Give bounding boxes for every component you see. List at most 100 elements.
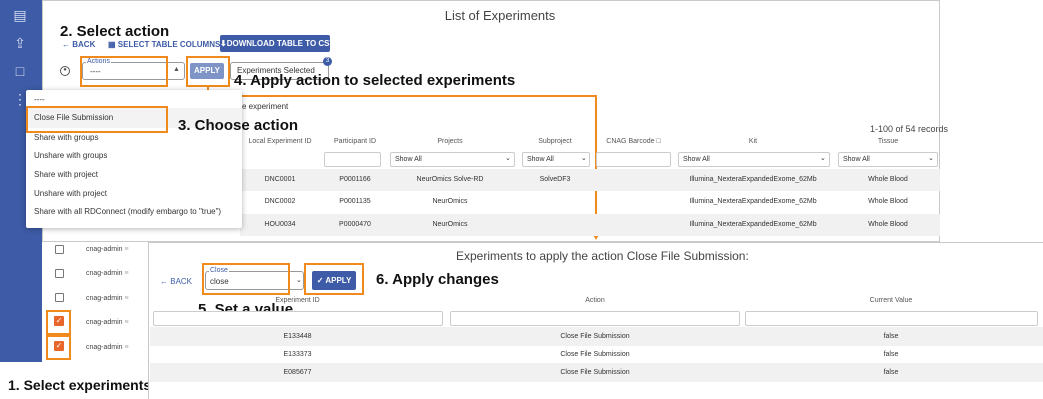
selected-count-badge: 3: [323, 57, 332, 66]
back-label: BACK: [72, 40, 96, 49]
user-icon: ≡: [124, 270, 129, 277]
participant-filter[interactable]: [324, 152, 381, 167]
user-name: cnag-admin ≡: [86, 344, 129, 351]
step-6-highlight: [304, 263, 364, 295]
header-current-value: Current Value: [869, 297, 913, 304]
header-local-id: Local Experiment ID: [248, 138, 312, 145]
user-icon: ≡: [124, 344, 129, 351]
user-name: cnag-admin ≡: [86, 270, 129, 277]
apply-cell-action: Close File Submission: [560, 369, 630, 376]
step-1-highlight: [46, 335, 71, 360]
cell-participant-id: P0000470: [339, 221, 371, 228]
header-experiment-id: Experiment ID: [275, 297, 320, 304]
apply-cell-value: false: [883, 369, 899, 376]
cell-local-id: HOU0034: [264, 221, 296, 228]
chevron-down-icon: ⌄: [296, 277, 302, 284]
download-csv-button[interactable]: ⬇DOWNLOAD TABLE TO CSV: [220, 35, 335, 52]
cell-projects: NeurOmics: [432, 198, 468, 205]
cell-tissue: Whole Blood: [868, 221, 908, 228]
step-1-highlight: [46, 310, 71, 335]
subproject-filter-value: Show All: [527, 156, 554, 163]
step-4-highlight: [186, 56, 230, 87]
step-3-highlight: [26, 106, 168, 133]
user-name-text: cnag-admin: [86, 319, 123, 326]
step-6-label: 6. Apply changes: [376, 271, 499, 288]
folder-icon[interactable]: □: [8, 60, 32, 82]
chevron-down-icon: ⌄: [505, 155, 511, 162]
download-icon: ⬇: [220, 39, 227, 48]
user-name-text: cnag-admin: [86, 246, 123, 253]
step-5-highlight: [202, 263, 290, 295]
cell-local-id: DNC0001: [264, 176, 296, 183]
step-1-label: 1. Select experiments: [8, 377, 152, 393]
user-name-text: cnag-admin: [86, 344, 123, 351]
apply-cell-action: Close File Submission: [560, 333, 630, 340]
user-name: cnag-admin ≡: [86, 319, 129, 326]
step-2-highlight: [80, 56, 168, 87]
cell-kit: Illumina_NexteraExpandedExome_62Mb: [689, 198, 817, 205]
cnag-barcode-label: CNAG Barcode: [606, 138, 655, 145]
menu-item-share-project[interactable]: Share with project: [34, 170, 98, 179]
user-icon: ≡: [124, 319, 129, 326]
cell-subproject: SolveDF3: [539, 176, 571, 183]
user-name: cnag-admin ≡: [86, 295, 129, 302]
cell-kit: Illumina_NexteraExpandedExome_62Mb: [689, 221, 817, 228]
cell-tissue: Whole Blood: [868, 198, 908, 205]
menu-item-unshare-groups[interactable]: Unshare with groups: [34, 151, 107, 160]
header-subproject: Subproject: [538, 138, 572, 145]
menu-item-share-all[interactable]: Share with all RDConnect (modify embargo…: [34, 207, 221, 216]
user-name-text: cnag-admin: [86, 295, 123, 302]
download-label: DOWNLOAD TABLE TO CSV: [226, 39, 335, 48]
action-filter[interactable]: [450, 311, 740, 326]
tissue-filter-value: Show All: [843, 156, 870, 163]
menu-item-unshare-project[interactable]: Unshare with project: [34, 189, 107, 198]
header-projects: Projects: [437, 138, 463, 145]
user-icon: ≡: [124, 246, 129, 253]
user-icon: ≡: [124, 295, 129, 302]
records-count: 1-100 of 54 records: [870, 124, 949, 134]
kit-filter-value: Show All: [683, 156, 710, 163]
cell-projects: NeurOmics: [432, 221, 468, 228]
partial-text: e experiment: [242, 102, 289, 111]
projects-filter[interactable]: Show All: [390, 152, 515, 167]
row-checkbox[interactable]: [55, 245, 64, 254]
user-icon: ●: [60, 66, 70, 76]
step-3-label: 3. Choose action: [178, 117, 299, 134]
subproject-filter[interactable]: Show All: [522, 152, 590, 167]
header-action: Action: [585, 297, 605, 304]
select-columns-button[interactable]: ▦ SELECT TABLE COLUMNS: [108, 40, 220, 49]
comment-icon: □: [656, 138, 661, 145]
cell-local-id: DNC0002: [264, 198, 296, 205]
header-cnag-barcode: CNAG Barcode □: [596, 138, 671, 145]
cell-participant-id: P0001135: [339, 198, 371, 205]
row-checkbox[interactable]: [55, 293, 64, 302]
chevron-down-icon: ⌄: [581, 155, 587, 162]
kit-filter[interactable]: Show All: [678, 152, 830, 167]
step-2-label: 2. Select action: [60, 23, 170, 40]
select-columns-label: SELECT TABLE COLUMNS: [117, 40, 221, 49]
connector-line-h1: [207, 95, 597, 97]
menu-item-none[interactable]: ----: [34, 95, 45, 104]
dropdown-arrow-icon: ▲: [173, 66, 180, 73]
apply-cell-value: false: [883, 333, 899, 340]
header-kit: Kit: [748, 138, 758, 145]
apply-panel-title: Experiments to apply the action Close Fi…: [456, 249, 749, 263]
tissue-filter[interactable]: Show All: [838, 152, 938, 167]
menu-item-share-groups[interactable]: Share with groups: [34, 133, 98, 142]
user-name: cnag-admin ≡: [86, 246, 129, 253]
cell-kit: Illumina_NexteraExpandedExome_62Mb: [689, 176, 817, 183]
chevron-down-icon: ⌄: [928, 155, 934, 162]
upload-icon[interactable]: ⇪: [8, 32, 32, 54]
current-value-filter[interactable]: [745, 311, 1038, 326]
apply-panel-back-button[interactable]: ← BACK: [160, 277, 192, 286]
projects-filter-value: Show All: [395, 156, 422, 163]
cell-participant-id: P0001166: [339, 176, 371, 183]
row-checkbox[interactable]: [55, 269, 64, 278]
barcode-filter[interactable]: [596, 152, 671, 167]
cell-projects: NeurOmics Solve-RD: [416, 176, 484, 183]
apply-cell-id: E133373: [283, 351, 312, 358]
experiment-id-filter[interactable]: [153, 311, 443, 326]
back-button[interactable]: ← BACK: [62, 40, 95, 49]
user-name-text: cnag-admin: [86, 270, 123, 277]
columns-icon: ▦: [108, 40, 116, 49]
